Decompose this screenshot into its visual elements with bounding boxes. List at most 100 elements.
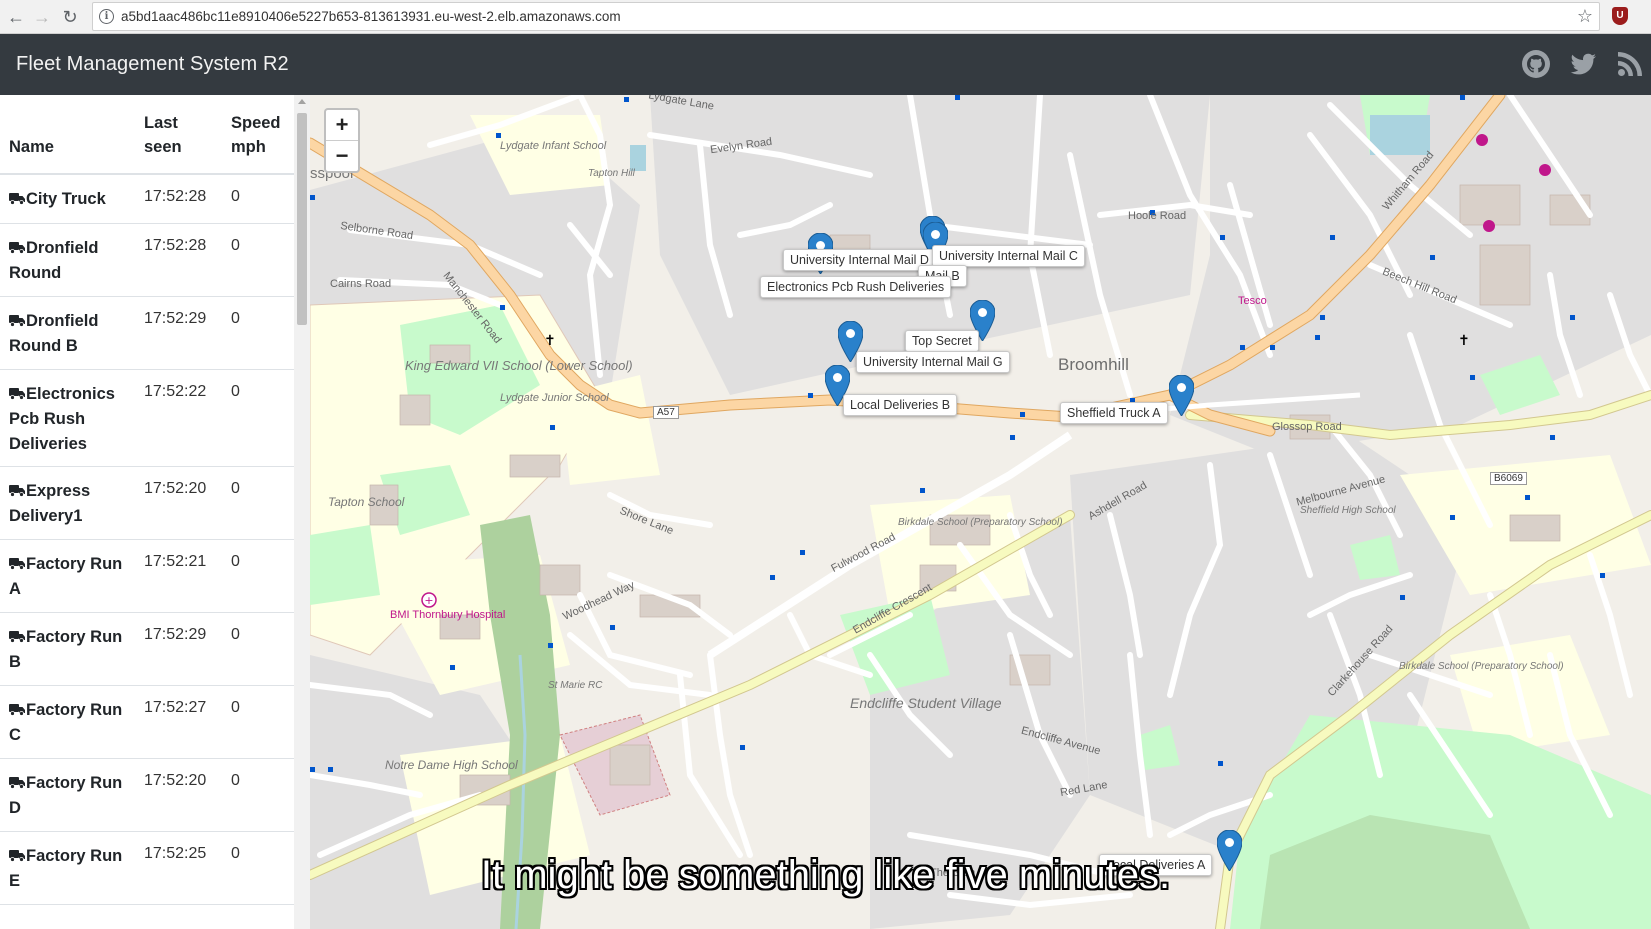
vehicle-name[interactable]: Factory Run D — [9, 771, 134, 821]
map-label-lydgate-infant: Lydgate Infant School — [500, 140, 607, 152]
header-name[interactable]: Name — [9, 135, 54, 159]
map-label-tapton-hill: Tapton Hill — [588, 168, 635, 179]
map-label-birkdale-2: Birkdale School (Preparatory School) — [1399, 661, 1564, 672]
vehicle-name[interactable]: Factory Run A — [9, 552, 134, 602]
table-row[interactable]: Dronfield Round B 17:52:29 0 — [0, 297, 294, 370]
vehicle-name[interactable]: Express Delivery1 — [9, 479, 134, 529]
vehicle-name-text[interactable]: City Truck — [26, 190, 106, 208]
truck-icon — [9, 315, 25, 327]
ublock-extension-icon[interactable]: U — [1612, 7, 1628, 25]
header-speed-line2[interactable]: mph — [231, 135, 266, 159]
map-label-hoole-road: Hoole Road — [1128, 210, 1187, 222]
forward-arrow-icon[interactable]: → — [30, 5, 54, 29]
vehicle-name[interactable]: Dronfield Round — [9, 236, 134, 286]
video-caption: It might be something like five minutes. — [480, 853, 1171, 897]
vehicle-name[interactable]: City Truck — [9, 187, 134, 212]
scroll-up-arrow-icon[interactable] — [298, 99, 306, 104]
last-seen-time: 17:52:21 — [144, 553, 207, 570]
zoom-control: + − — [324, 108, 360, 173]
map-label-broomhill: Broomhill — [1058, 355, 1129, 374]
svg-text:+: + — [424, 594, 433, 607]
header-last-seen-line2[interactable]: seen — [144, 135, 182, 159]
map-label-king-edward: King Edward VII School (Lower School) — [405, 358, 633, 373]
browser-toolbar: ← → ↻ i a5bd1aac486bc11e8910406e5227b653… — [0, 0, 1651, 34]
vehicle-name[interactable]: Electronics Pcb Rush Deliveries — [9, 382, 134, 457]
app-navbar: Fleet Management System R2 — [0, 34, 1651, 95]
back-arrow-icon[interactable]: ← — [4, 5, 28, 29]
last-seen-time: 17:52:29 — [144, 626, 207, 643]
scrollbar-thumb[interactable] — [297, 113, 307, 325]
table-header: Name Last seen Speed mph — [0, 95, 294, 175]
app-title[interactable]: Fleet Management System R2 — [16, 53, 289, 76]
zoom-in-button[interactable]: + — [326, 110, 358, 141]
vehicle-name[interactable]: Factory Run C — [9, 698, 134, 748]
speed-value: 0 — [231, 699, 240, 716]
table-row[interactable]: Electronics Pcb Rush Deliveries 17:52:22 0 — [0, 370, 294, 467]
map-label-cairns-road: Cairns Road — [330, 278, 392, 290]
sidebar-scrollbar[interactable] — [294, 95, 310, 929]
map-label-bmi-hospital: BMI Thornbury Hospital — [390, 609, 506, 621]
speed-value: 0 — [231, 480, 240, 497]
table-row[interactable]: Factory Run D 17:52:20 0 — [0, 759, 294, 832]
table-row[interactable]: Express Delivery1 17:52:20 0 — [0, 467, 294, 540]
last-seen-time: 17:52:28 — [144, 188, 207, 205]
address-bar[interactable]: i a5bd1aac486bc11e8910406e5227b653-81361… — [92, 2, 1600, 31]
zoom-out-button[interactable]: − — [326, 141, 358, 171]
map-label-birkdale: Birkdale School (Preparatory School) — [898, 517, 1063, 528]
vehicle-name[interactable]: Factory Run B — [9, 625, 134, 675]
last-seen-time: 17:52:28 — [144, 237, 207, 254]
last-seen-time: 17:52:22 — [144, 383, 207, 400]
speed-value: 0 — [231, 383, 240, 400]
table-row[interactable]: Factory Run C 17:52:27 0 — [0, 686, 294, 759]
tooltip-sheffield-a[interactable]: Sheffield Truck A — [1060, 402, 1168, 424]
map-view[interactable]: + ✝ ✝ Broomhill Endcliffe Student Villag… — [310, 95, 1651, 929]
table-row[interactable]: City Truck 17:52:28 0 — [0, 175, 294, 224]
url-text[interactable]: a5bd1aac486bc11e8910406e5227b653-8136139… — [121, 9, 621, 24]
last-seen-time: 17:52:20 — [144, 480, 207, 497]
tooltip-electronics[interactable]: Electronics Pcb Rush Deliveries — [760, 276, 952, 298]
info-icon[interactable]: i — [99, 9, 114, 24]
vehicle-name-text[interactable]: Factory Run A — [9, 555, 122, 598]
tooltip-local-b[interactable]: Local Deliveries B — [843, 394, 958, 416]
twitter-icon[interactable] — [1567, 48, 1599, 80]
vehicle-name-text[interactable]: Factory Run D — [9, 774, 122, 817]
rss-icon[interactable] — [1614, 48, 1646, 80]
vehicle-name-text[interactable]: Factory Run C — [9, 701, 122, 744]
truck-icon — [9, 558, 25, 570]
map-label-sheffield-high: Sheffield High School — [1300, 505, 1396, 516]
last-seen-time: 17:52:20 — [144, 772, 207, 789]
header-last-seen-line1[interactable]: Last — [144, 111, 178, 135]
map-marker-sheffield-a[interactable] — [1169, 375, 1194, 416]
tooltip-uni-mail-c[interactable]: University Internal Mail C — [932, 245, 1085, 267]
truck-icon — [9, 631, 25, 643]
map-label-tapton-school: Tapton School — [328, 495, 405, 509]
tooltip-top-secret[interactable]: Top Secret — [905, 330, 979, 352]
table-row[interactable]: Factory Run A 17:52:21 0 — [0, 540, 294, 613]
table-row[interactable]: Factory Run B 17:52:29 0 — [0, 613, 294, 686]
map-label-lydgate-junior: Lydgate Junior School — [500, 392, 609, 404]
github-icon[interactable] — [1520, 48, 1552, 80]
vehicle-name[interactable]: Dronfield Round B — [9, 309, 134, 359]
tooltip-uni-mail-g[interactable]: University Internal Mail G — [856, 351, 1010, 373]
speed-value: 0 — [231, 310, 240, 327]
speed-value: 0 — [231, 626, 240, 643]
table-body: City Truck 17:52:28 0 Dronfield Round 17:52:… — [0, 175, 294, 905]
table-row[interactable]: Dronfield Round 17:52:28 0 — [0, 224, 294, 297]
svg-text:✝: ✝ — [1458, 333, 1470, 349]
map-tiles: + ✝ ✝ — [310, 95, 1651, 929]
speed-value: 0 — [231, 237, 240, 254]
tooltip-uni-mail-d[interactable]: University Internal Mail D — [783, 249, 936, 271]
map-label-endcliffe: Endcliffe Student Village — [850, 695, 1002, 711]
header-speed-line1[interactable]: Speed — [231, 111, 281, 135]
truck-icon — [9, 242, 25, 254]
vehicle-name-text[interactable]: Factory Run B — [9, 628, 122, 671]
speed-value: 0 — [231, 553, 240, 570]
speed-value: 0 — [231, 188, 240, 205]
map-label-tesco: Tesco — [1238, 295, 1267, 307]
truck-icon — [9, 704, 25, 716]
truck-icon — [9, 388, 25, 400]
truck-icon — [9, 777, 25, 789]
last-seen-time: 17:52:27 — [144, 699, 207, 716]
reload-icon[interactable]: ↻ — [58, 5, 82, 29]
bookmark-star-icon[interactable]: ☆ — [1577, 6, 1593, 27]
